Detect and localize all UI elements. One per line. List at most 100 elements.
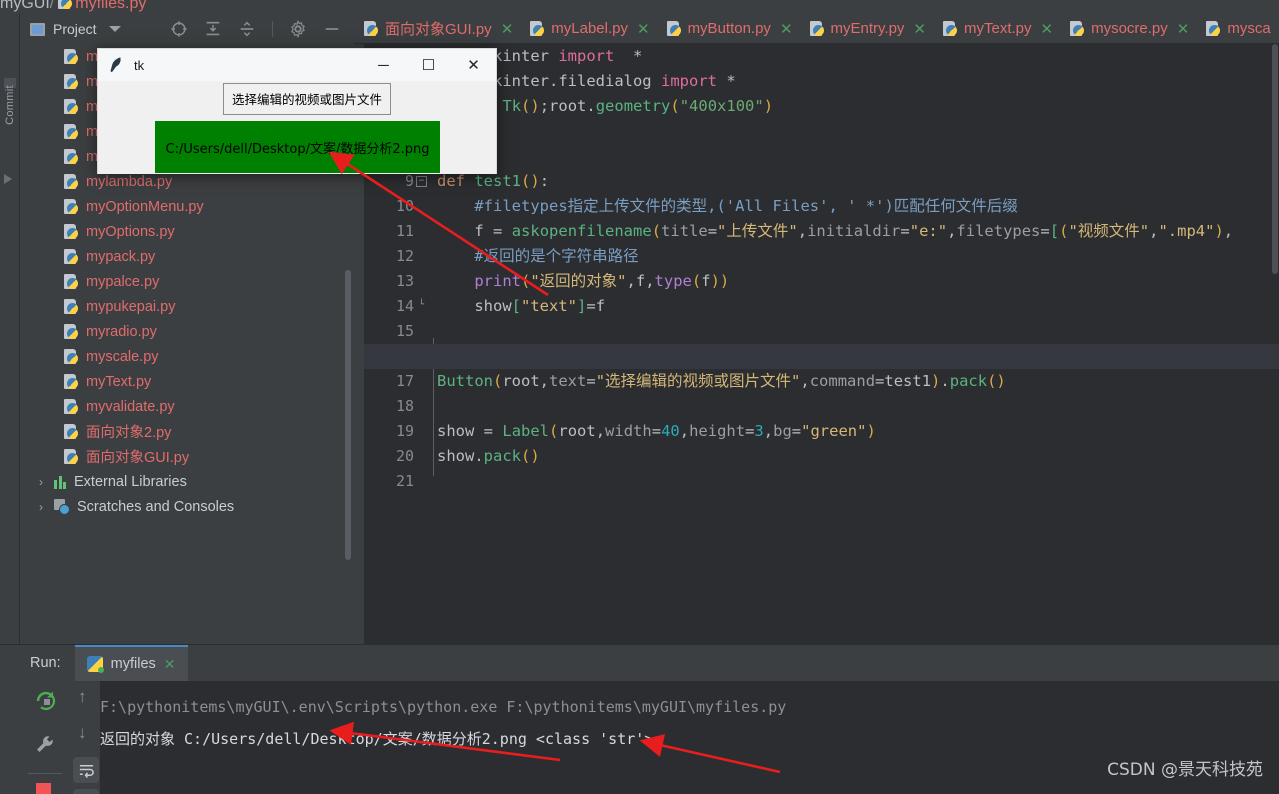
minimize-icon[interactable]	[323, 20, 341, 38]
python-file-icon	[943, 20, 958, 37]
python-file-icon	[64, 173, 79, 190]
code-line[interactable]: show = Label(root,width=40,height=3,bg="…	[426, 419, 1279, 444]
line-number: 12	[395, 247, 414, 265]
close-icon[interactable]: ✕	[637, 20, 650, 38]
editor-tab[interactable]: mysca	[1196, 14, 1279, 43]
chevron-right-icon[interactable]: ›	[36, 500, 46, 514]
tree-file-item[interactable]: myscale.py	[20, 344, 354, 369]
tree-file-item[interactable]: myOptions.py	[20, 219, 354, 244]
breadcrumb: myGUI/ myfiles.py	[0, 0, 1279, 14]
editor-tab-label: myButton.py	[687, 20, 771, 37]
arrow-up-icon[interactable]: ↑	[78, 687, 87, 707]
line-number: 14	[395, 297, 414, 315]
tree-group-item[interactable]: › External Libraries	[20, 469, 354, 494]
run-actions-divider	[28, 773, 62, 774]
tree-file-item[interactable]: myText.py	[20, 369, 354, 394]
tk-window-buttons: ─ ☐ ✕	[361, 49, 496, 81]
code-line[interactable]: #filetypes指定上传文件的类型,('All Files', ' *')匹…	[426, 194, 1279, 219]
python-file-icon	[64, 373, 79, 390]
tk-title: tk	[134, 57, 145, 73]
code-line[interactable]: show.pack()	[426, 444, 1279, 469]
print-icon[interactable]	[73, 789, 99, 794]
tk-select-file-button[interactable]: 选择编辑的视频或图片文件	[223, 83, 392, 115]
close-icon[interactable]: ✕	[1041, 20, 1054, 38]
tree-group-item[interactable]: › Scratches and Consoles	[20, 494, 354, 519]
editor-tab[interactable]: myButton.py ✕	[657, 14, 800, 43]
python-file-icon	[1070, 20, 1085, 37]
close-icon[interactable]: ✕	[780, 20, 793, 38]
tree-file-item[interactable]: myradio.py	[20, 319, 354, 344]
code-line[interactable]: from tkinter.filedialog import *	[426, 69, 1279, 94]
tk-dialog-body: 选择编辑的视频或图片文件 C:/Users/dell/Desktop/文案/数据…	[98, 81, 496, 174]
tk-titlebar[interactable]: tk ─ ☐ ✕	[98, 49, 496, 81]
editor-tab[interactable]: myLabel.py ✕	[520, 14, 656, 43]
editor-tab[interactable]: myEntry.py ✕	[800, 14, 933, 43]
run-nav-column: ↑ ↓	[70, 681, 100, 794]
tree-item-label: myOptionMenu.py	[86, 198, 204, 215]
line-number: 19	[395, 422, 414, 440]
tk-maximize-button[interactable]: ☐	[406, 49, 451, 81]
editor-tab[interactable]: mysocre.py ✕	[1060, 14, 1196, 43]
code-line[interactable]	[426, 394, 1279, 419]
soft-wrap-icon[interactable]	[73, 757, 99, 783]
tree-item-label: myscale.py	[86, 348, 159, 365]
tree-file-item[interactable]: 面向对象GUI.py	[20, 444, 354, 469]
tree-file-item[interactable]: mypukepai.py	[20, 294, 354, 319]
tree-file-item[interactable]: myOptionMenu.py	[20, 194, 354, 219]
code-line[interactable]	[426, 319, 1279, 344]
tk-close-button[interactable]: ✕	[451, 49, 496, 81]
rail-expand-icon[interactable]	[4, 174, 12, 184]
code-line[interactable]: f = askopenfilename(title="上传文件",initial…	[426, 219, 1279, 244]
tk-minimize-button[interactable]: ─	[361, 49, 406, 81]
collapse-all-icon[interactable]	[238, 20, 256, 38]
feather-icon	[110, 57, 121, 73]
code-line[interactable]	[426, 469, 1279, 494]
tk-dialog-window[interactable]: tk ─ ☐ ✕ 选择编辑的视频或图片文件 C:/Users/dell/Desk…	[97, 48, 497, 174]
chevron-down-icon[interactable]	[108, 26, 121, 32]
editor-tab[interactable]: myText.py ✕	[933, 14, 1060, 43]
run-console-output[interactable]: F:\pythonitems\myGUI\.env\Scripts\python…	[100, 681, 1279, 794]
locate-icon[interactable]	[170, 20, 188, 38]
code-line[interactable]: show["text"]=f └	[416, 294, 1279, 319]
code-line[interactable]: def test1(): −	[416, 169, 1279, 194]
code-line[interactable]: #返回的是个字符串路径	[426, 244, 1279, 269]
wrench-icon[interactable]	[34, 733, 58, 757]
current-line-highlight	[364, 344, 1279, 369]
expand-all-icon[interactable]	[204, 20, 222, 38]
code-line[interactable]	[426, 119, 1279, 144]
tree-file-item[interactable]: myvalidate.py	[20, 394, 354, 419]
close-icon[interactable]: ✕	[501, 20, 514, 38]
tree-scrollbar[interactable]	[345, 270, 351, 560]
run-panel-header: Run: myfiles ✕	[20, 645, 188, 681]
run-tab-myfiles[interactable]: myfiles ✕	[74, 645, 188, 681]
close-icon[interactable]: ✕	[164, 656, 176, 673]
stop-icon[interactable]	[36, 783, 51, 794]
rerun-icon[interactable]	[34, 689, 58, 713]
editor-tab[interactable]: 面向对象GUI.py ✕	[354, 14, 520, 43]
tree-item-label: myText.py	[86, 373, 152, 390]
code-line[interactable]: Button(root,text="选择编辑的视频或图片文件",command=…	[426, 369, 1279, 394]
code-line[interactable]: print("返回的对象",f,type(f))	[426, 269, 1279, 294]
code-line[interactable]	[426, 144, 1279, 169]
python-file-icon	[64, 298, 79, 315]
library-icon	[54, 475, 66, 489]
rail-commit-label[interactable]: Commit	[4, 75, 16, 135]
editor-vertical-scrollbar[interactable]	[1272, 44, 1278, 274]
breadcrumb-project[interactable]: myGUI	[0, 0, 50, 12]
breadcrumb-file[interactable]: myfiles.py	[75, 0, 146, 12]
code-line[interactable]: from tkinter import *	[426, 44, 1279, 69]
tree-file-item[interactable]: mypalce.py	[20, 269, 354, 294]
gear-icon[interactable]	[289, 20, 307, 38]
line-number: 21	[395, 472, 414, 490]
close-icon[interactable]: ✕	[1177, 20, 1190, 38]
tree-file-item[interactable]: 面向对象2.py	[20, 419, 354, 444]
tree-item-label: External Libraries	[74, 473, 187, 490]
console-command-line: F:\pythonitems\myGUI\.env\Scripts\python…	[100, 698, 787, 716]
code-fold-collapse-icon[interactable]: −	[416, 176, 427, 187]
arrow-down-icon[interactable]: ↓	[78, 723, 87, 743]
close-icon[interactable]: ✕	[913, 20, 926, 38]
tree-file-item[interactable]: mypack.py	[20, 244, 354, 269]
line-number: 11	[395, 222, 414, 240]
code-line[interactable]: root = Tk();root.geometry("400x100")	[426, 94, 1279, 119]
chevron-right-icon[interactable]: ›	[36, 475, 46, 489]
